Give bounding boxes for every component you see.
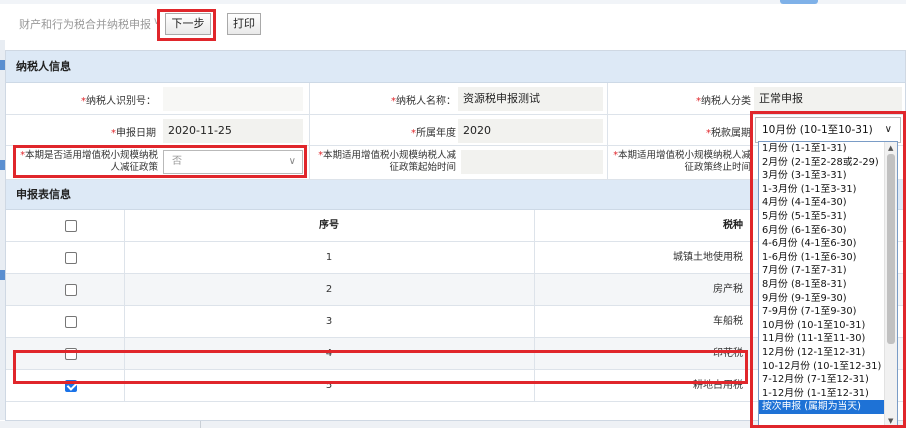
row-tax: 城镇土地使用税 (673, 252, 743, 263)
divider (607, 115, 608, 146)
scroll-up-icon[interactable]: ▲ (888, 144, 893, 152)
period-option[interactable]: 4月份 (4-1至4-30) (759, 196, 897, 210)
period-option[interactable]: 1-12月份 (1-1至12-31) (759, 387, 897, 401)
taxpayer-id-label: *纳税人识别号： (81, 96, 156, 107)
period-option[interactable]: 1-3月份 (1-1至3-31) (759, 183, 897, 197)
scrollbar[interactable]: ▲ ▼ (884, 142, 897, 427)
taxpayer-name-label: *纳税人名称： (391, 96, 456, 107)
taxpayer-id-value (163, 87, 303, 111)
period-option[interactable]: 按次申报 (属期为当天) (759, 400, 897, 414)
row-seq: 1 (325, 252, 333, 263)
row-checkbox[interactable] (65, 316, 77, 328)
scroll-thumb[interactable] (887, 154, 895, 344)
tax-column-header: 税种 (723, 220, 743, 231)
tax-period-value: 10月份 (10-1至10-31) (762, 124, 873, 136)
policy-start-label: *本期适用增值税小规模纳税人减征政策起始时间 (318, 150, 456, 173)
period-option[interactable]: 8月份 (8-1至8-31) (759, 278, 897, 292)
period-option[interactable]: 4-6月份 (4-1至6-30) (759, 237, 897, 251)
tax-year-value: 2020 (458, 119, 603, 143)
divider (309, 115, 310, 146)
period-option[interactable]: 2月份 (2-1至2-28或2-29) (759, 156, 897, 170)
scroll-down-icon[interactable]: ▼ (888, 417, 893, 425)
row-checkbox[interactable] (65, 284, 77, 296)
breadcrumb[interactable]: 财产和行为税合并纳税申报 (19, 16, 151, 32)
small-policy-label: *本期是否适用增值税小规模纳税人减征政策 (20, 150, 158, 173)
toolbar: 财产和行为税合并纳税申报 ∨ 下一步 打印 (5, 4, 906, 40)
row-tax: 房产税 (713, 284, 743, 295)
row-seq: 2 (325, 284, 333, 295)
row-checkbox[interactable] (65, 252, 77, 264)
taxpayer-row-1: *纳税人识别号： *纳税人名称： 资源税申报测试 *纳税人分类 正常申报 (6, 83, 905, 115)
period-option[interactable]: 7-9月份 (7-1至9-30) (759, 305, 897, 319)
chevron-down-icon: ∨ (288, 156, 296, 167)
row-checkbox[interactable] (65, 348, 77, 360)
row-seq: 3 (325, 316, 333, 327)
chevron-down-icon[interactable]: ∨ (153, 16, 160, 27)
tax-period-dropdown[interactable]: 1月份 (1-1至1-31) 2月份 (2-1至2-28或2-29) 3月份 (3-… (758, 141, 898, 428)
period-option[interactable]: 7月份 (7-1至7-31) (759, 264, 897, 278)
tax-period-select[interactable]: 10月份 (10-1至10-31) ∨ (755, 117, 901, 143)
period-option[interactable]: 6月份 (6-1至6-30) (759, 224, 897, 238)
period-option[interactable]: 3月份 (3-1至3-31) (759, 169, 897, 183)
policy-end-label: *本期适用增值税小规模纳税人减征政策终止时间 (613, 150, 751, 173)
taxpayer-category-value: 正常申报 (754, 87, 902, 111)
declare-date-label: *申报日期 (111, 128, 156, 139)
row-seq: 5 (325, 380, 333, 391)
period-option[interactable]: 10月份 (10-1至10-31) (759, 319, 897, 333)
taxpayer-name-value: 资源税申报测试 (458, 87, 603, 111)
seq-column-header: 序号 (319, 220, 339, 231)
period-option[interactable]: 1-6月份 (1-1至6-30) (759, 251, 897, 265)
period-option[interactable]: 7-12月份 (7-1至12-31) (759, 373, 897, 387)
period-option[interactable]: 1月份 (1-1至1-31) (759, 142, 897, 156)
row-seq: 4 (325, 348, 333, 359)
divider (607, 83, 608, 115)
declare-date-value: 2020-11-25 (163, 119, 303, 143)
tax-year-label: *所属年度 (411, 128, 456, 139)
row-tax: 车船税 (713, 316, 743, 327)
next-step-button[interactable]: 下一步 (165, 13, 211, 35)
select-all-checkbox[interactable] (65, 220, 77, 232)
divider (309, 83, 310, 115)
period-option[interactable]: 5月份 (5-1至5-31) (759, 210, 897, 224)
taxpayer-category-label: *纳税人分类 (696, 96, 751, 107)
period-option[interactable]: 12月份 (12-1至12-31) (759, 346, 897, 360)
period-option[interactable]: 9月份 (9-1至9-30) (759, 292, 897, 306)
row-checkbox-checked[interactable] (65, 380, 77, 392)
chevron-down-icon: ∨ (884, 124, 892, 135)
period-option[interactable]: 11月份 (11-1至11-30) (759, 332, 897, 346)
policy-start-value[interactable] (461, 150, 603, 174)
print-button[interactable]: 打印 (227, 13, 261, 35)
small-policy-value: 否 (172, 156, 182, 167)
tax-period-options: 1月份 (1-1至1-31) 2月份 (2-1至2-28或2-29) 3月份 (3-… (759, 142, 897, 414)
bottom-divider (200, 421, 201, 428)
period-option[interactable]: 10-12月份 (10-1至12-31) (759, 360, 897, 374)
row-tax: 印花税 (713, 348, 743, 359)
small-policy-select[interactable]: 否 ∨ (163, 150, 303, 174)
taxpayer-section-header: 纳税人信息 (6, 51, 905, 83)
row-tax: 耕地占用税 (693, 380, 743, 391)
tax-period-label: *税款属期 (706, 128, 751, 139)
